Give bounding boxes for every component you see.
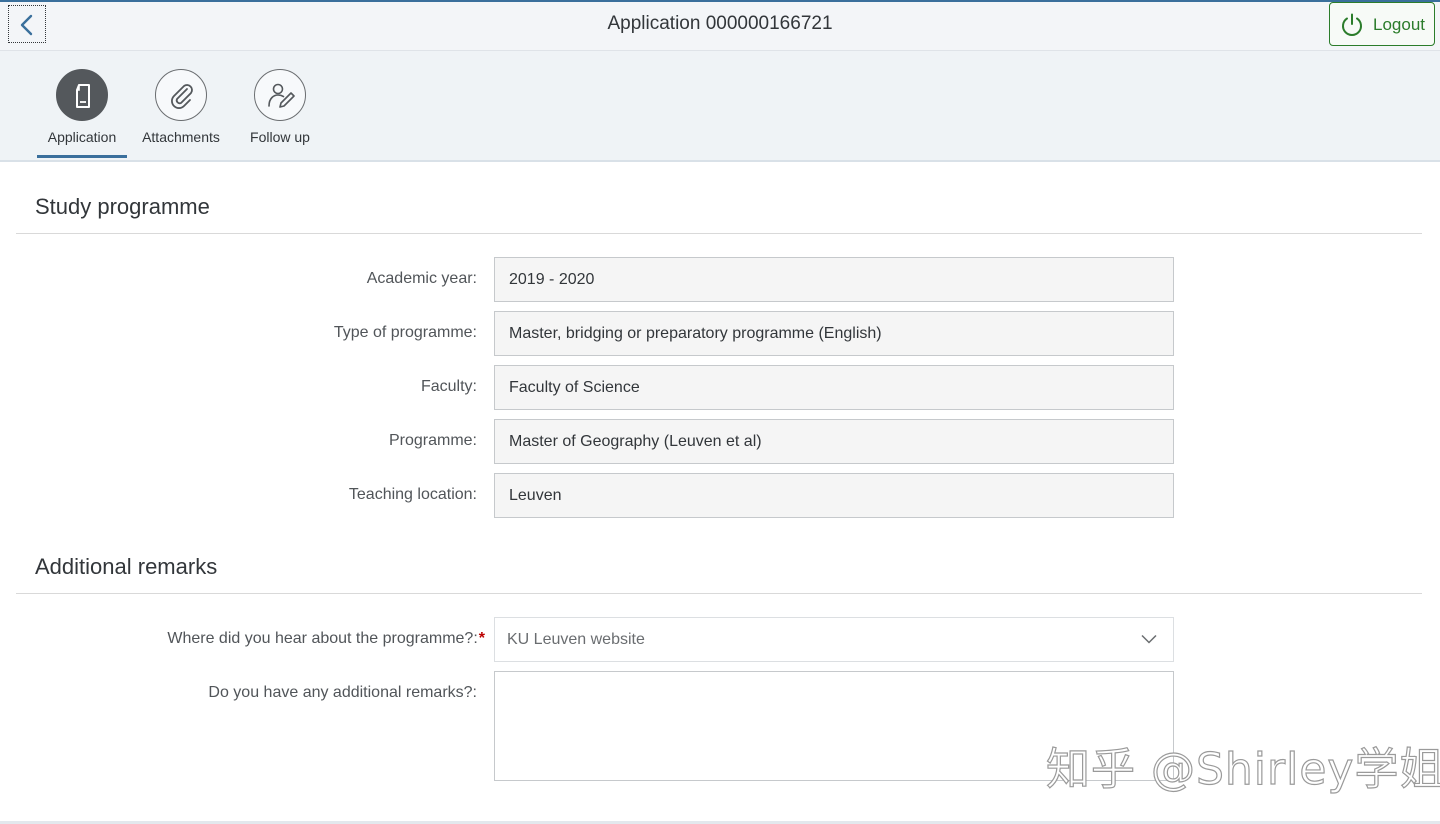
watermark: 知乎 @Shirley学姐 bbox=[1045, 743, 1440, 795]
app-header: Application 000000166721 Logout bbox=[0, 2, 1440, 51]
hear-about-select[interactable]: KU Leuven website bbox=[494, 617, 1174, 662]
section-title-remarks: Additional remarks bbox=[35, 554, 218, 579]
tab-attachments[interactable]: Attachments bbox=[131, 69, 231, 145]
power-icon bbox=[1342, 13, 1362, 36]
page-title: Application 000000166721 bbox=[607, 13, 833, 34]
additional-remarks-label: Do you have any additional remarks?: bbox=[208, 684, 477, 701]
tab-follow-up-label: Follow up bbox=[250, 129, 310, 145]
tab-attachments-label: Attachments bbox=[142, 129, 220, 145]
chevron-down-icon[interactable] bbox=[1141, 634, 1157, 644]
section-title-study: Study programme bbox=[35, 194, 210, 219]
hear-about-value: KU Leuven website bbox=[507, 631, 645, 648]
person-edit-icon bbox=[268, 83, 295, 108]
teaching-location-label: Teaching location: bbox=[348, 486, 477, 503]
tab-application-circle bbox=[56, 69, 108, 121]
logout-button[interactable]: Logout bbox=[1329, 2, 1435, 46]
faculty-field: Faculty of Science bbox=[494, 365, 1174, 410]
programme-label: Programme: bbox=[388, 432, 477, 449]
hear-about-label: Where did you hear about the programme?:… bbox=[167, 630, 485, 648]
paperclip-icon bbox=[171, 84, 193, 109]
tab-follow-up-circle bbox=[254, 69, 306, 121]
programme-field: Master of Geography (Leuven et al) bbox=[494, 419, 1174, 464]
active-tab-indicator bbox=[37, 155, 127, 158]
programme-type-label: Type of programme: bbox=[333, 324, 477, 341]
document-icon bbox=[76, 84, 90, 108]
tab-application-label: Application bbox=[47, 129, 117, 145]
tab-application[interactable]: Application bbox=[32, 69, 132, 145]
section-divider bbox=[16, 233, 1422, 234]
section-divider bbox=[16, 593, 1422, 594]
academic-year-label: Academic year: bbox=[366, 270, 477, 287]
academic-year-field: 2019 - 2020 bbox=[494, 257, 1174, 302]
required-marker: * bbox=[478, 630, 485, 647]
tab-attachments-circle bbox=[155, 69, 207, 121]
logout-label: Logout bbox=[1373, 15, 1425, 34]
faculty-label: Faculty: bbox=[420, 378, 477, 395]
programme-type-field: Master, bridging or preparatory programm… bbox=[494, 311, 1174, 356]
teaching-location-field: Leuven bbox=[494, 473, 1174, 518]
tab-follow-up[interactable]: Follow up bbox=[230, 69, 330, 145]
hear-about-label-text: Where did you hear about the programme?: bbox=[167, 630, 478, 647]
tab-bar: Application Attachments Follow up bbox=[0, 51, 1440, 162]
